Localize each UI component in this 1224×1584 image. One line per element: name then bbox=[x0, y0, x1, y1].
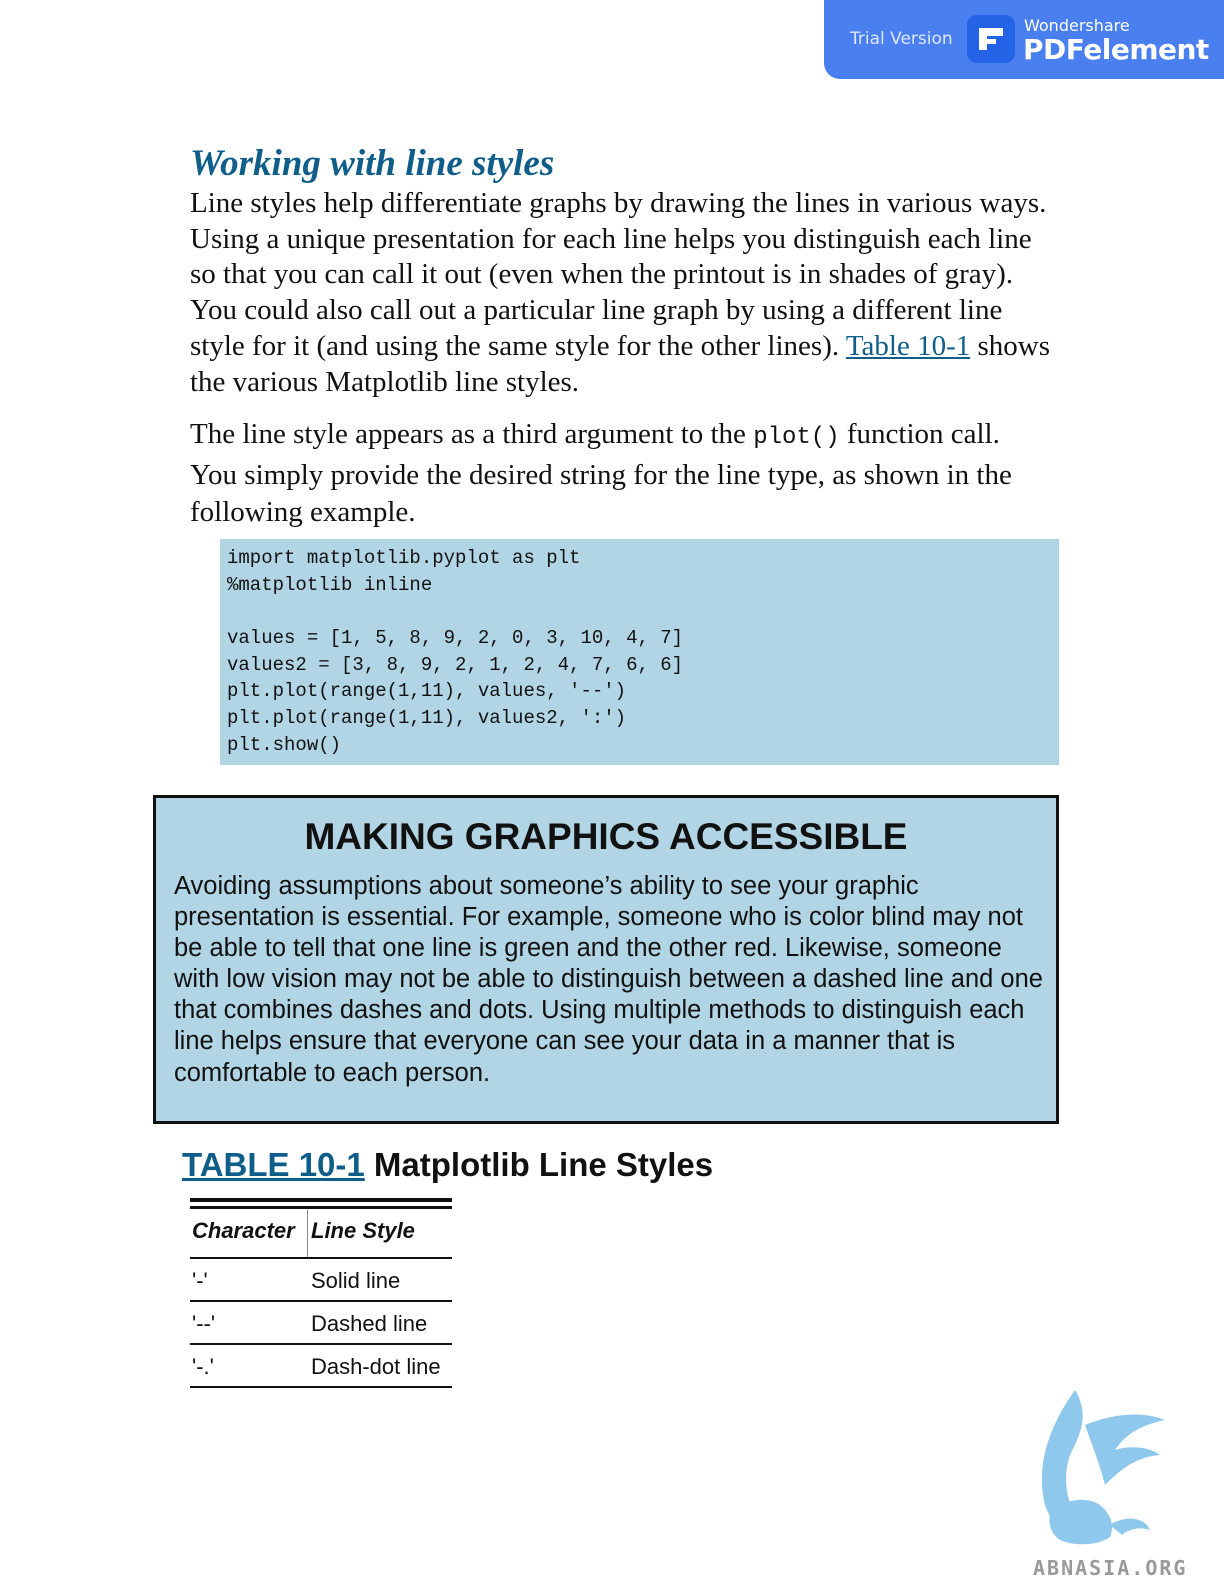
table-title-link[interactable]: TABLE 10-1 bbox=[182, 1146, 365, 1183]
intro-paragraph: Line styles help differentiate graphs by… bbox=[190, 186, 1050, 400]
table-cell-character: '--' bbox=[192, 1311, 216, 1336]
code-line: values = [1, 5, 8, 9, 2, 0, 3, 10, 4, 7] bbox=[227, 627, 684, 650]
table-bottom-rule bbox=[190, 1386, 452, 1388]
pdfelement-logo-icon bbox=[967, 15, 1015, 63]
table-title-text: Matplotlib Line Styles bbox=[364, 1146, 714, 1183]
usage-paragraph: The line style appears as a third argume… bbox=[190, 416, 1050, 532]
brand-product-label: PDFelement bbox=[1023, 33, 1209, 66]
table-header-line-style: Line Style bbox=[311, 1218, 415, 1243]
table-title: TABLE 10-1 Matplotlib Line Styles bbox=[182, 1146, 713, 1184]
table-cell-character: '-' bbox=[192, 1268, 208, 1293]
table-cell-character: '-.' bbox=[192, 1354, 214, 1379]
code-line: import matplotlib.pyplot as plt bbox=[227, 547, 581, 569]
section-heading: Working with line styles bbox=[190, 143, 555, 184]
code-line: plt.plot(range(1,11), values, '--') bbox=[227, 680, 627, 703]
code-line: %matplotlib inline bbox=[227, 573, 433, 596]
accessibility-sidebar: MAKING GRAPHICS ACCESSIBLE Avoiding assu… bbox=[153, 795, 1059, 1124]
table-top-rule bbox=[190, 1206, 452, 1209]
header-column-divider bbox=[307, 1210, 308, 1258]
watermark-text: ABNASIA.ORG bbox=[1033, 1556, 1187, 1580]
trial-version-label: Trial Version bbox=[850, 29, 953, 49]
sidebar-body: Avoiding assumptions about someone’s abi… bbox=[174, 872, 1043, 1087]
table-reference-link[interactable]: Table 10-1 bbox=[846, 330, 970, 362]
table-row-rule bbox=[190, 1343, 452, 1345]
code-block: import matplotlib.pyplot as plt %matplot… bbox=[220, 539, 1059, 765]
table-top-rule bbox=[190, 1198, 452, 1202]
inline-code: plot() bbox=[753, 424, 840, 451]
table-header-rule bbox=[190, 1257, 452, 1259]
code-line: plt.plot(range(1,11), values2, ':') bbox=[227, 707, 627, 730]
table-cell-line-style: Solid line bbox=[311, 1268, 401, 1293]
usage-text-pre: The line style appears as a third argume… bbox=[190, 418, 754, 450]
sidebar-title: MAKING GRAPHICS ACCESSIBLE bbox=[304, 816, 908, 857]
table-cell-line-style: Dashed line bbox=[311, 1311, 428, 1336]
table-cell-line-style: Dash-dot line bbox=[311, 1354, 441, 1379]
table-header-character: Character bbox=[192, 1218, 295, 1243]
griffin-watermark-icon: ABNASIA.ORG bbox=[1033, 1390, 1187, 1580]
trial-banner[interactable]: Trial Version Wondershare PDFelement bbox=[824, 0, 1224, 79]
code-line: plt.show() bbox=[227, 733, 342, 756]
table-row-rule bbox=[190, 1300, 452, 1302]
code-line: values2 = [3, 8, 9, 2, 1, 2, 4, 7, 6, 6] bbox=[227, 653, 684, 676]
